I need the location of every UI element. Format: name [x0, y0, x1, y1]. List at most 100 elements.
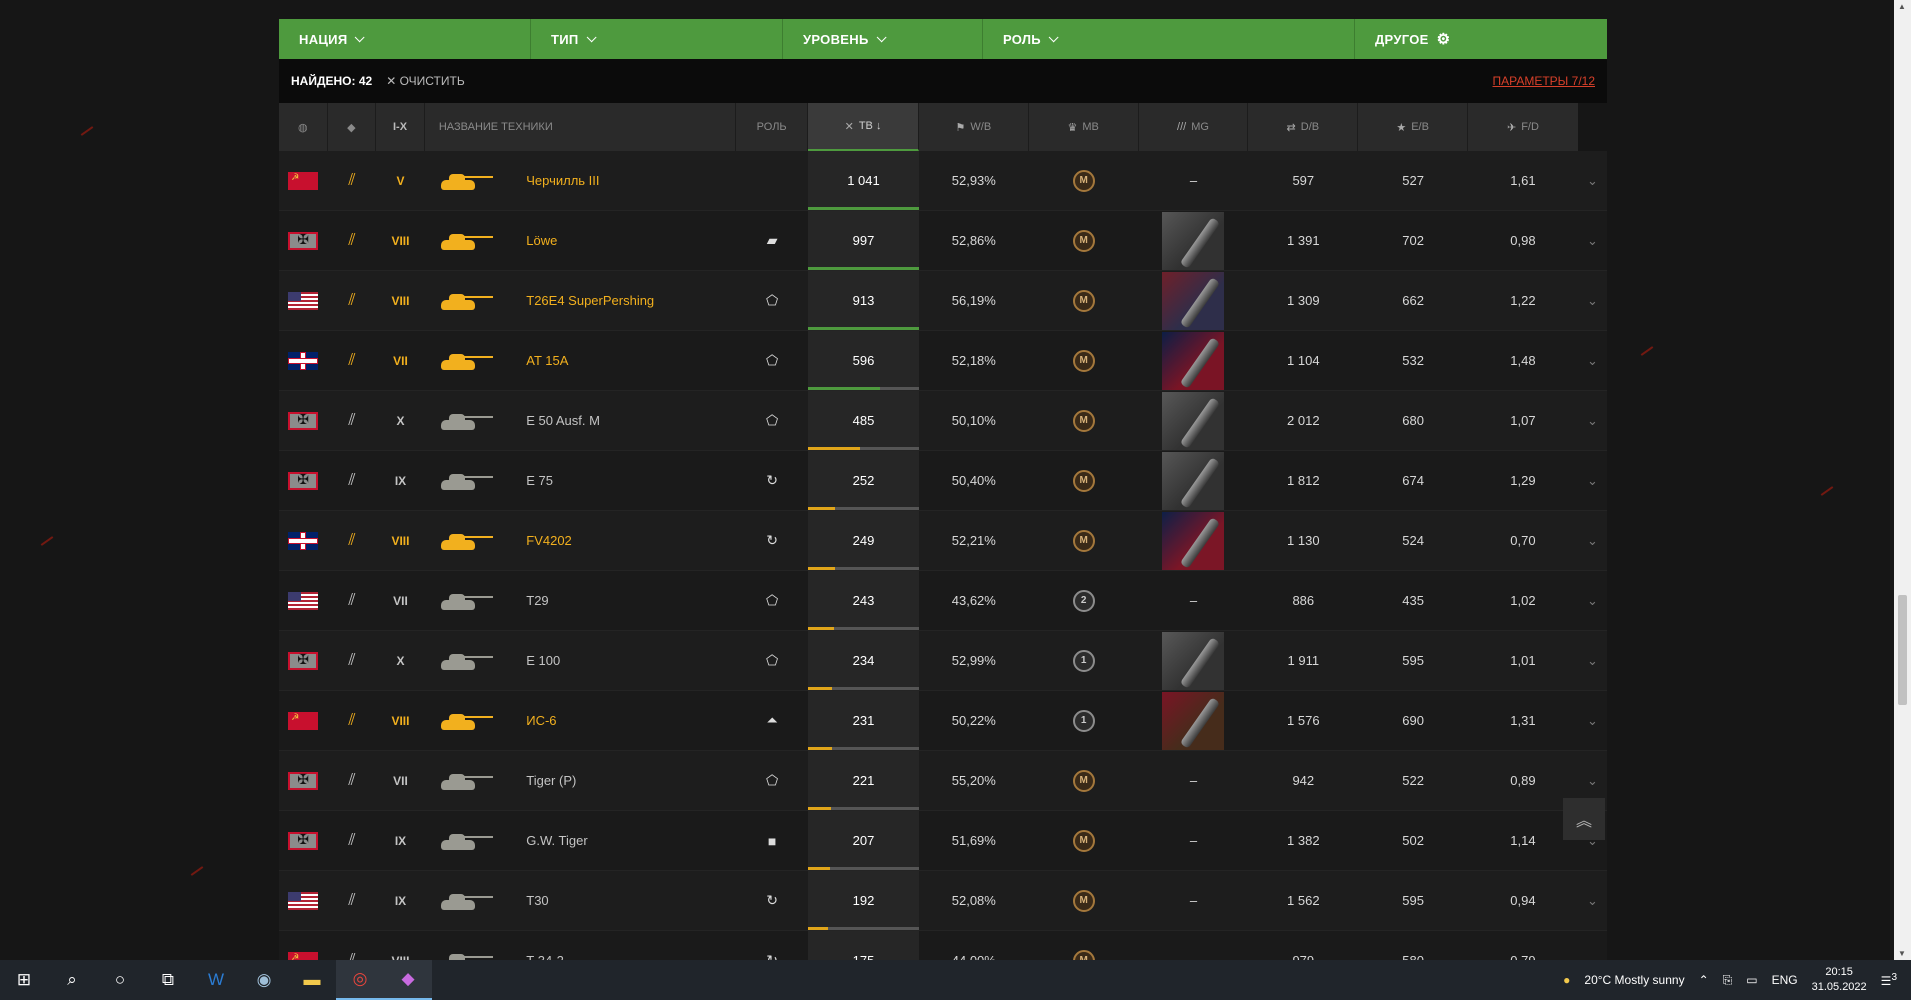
- tank-name[interactable]: T26E4 SuperPershing: [526, 293, 654, 308]
- parameters-link[interactable]: ПАРАМЕТРЫ 7/12: [1493, 74, 1595, 88]
- tank-name[interactable]: AT 15A: [526, 353, 568, 368]
- expand-row-button[interactable]: ⌄: [1578, 391, 1607, 450]
- sort-type[interactable]: ◆: [328, 103, 377, 151]
- role-cell: ↻: [736, 451, 808, 510]
- tank-name[interactable]: ИС-6: [526, 713, 556, 728]
- expand-row-button[interactable]: ⌄: [1578, 451, 1607, 510]
- sort-nation[interactable]: ◍: [279, 103, 328, 151]
- filter-nation[interactable]: НАЦИЯ: [279, 19, 531, 59]
- cortana-icon[interactable]: ○: [96, 960, 144, 1000]
- file-explorer-icon[interactable]: ▬: [288, 960, 336, 1000]
- tv-value: 207: [852, 833, 875, 848]
- table-row[interactable]: ⫽ X E 100 ⬠ 234 52,99% 1 1 911 595 1,01 …: [279, 631, 1607, 691]
- sort-db[interactable]: ⇄ D/B: [1248, 103, 1359, 151]
- expand-row-button[interactable]: ⌄: [1578, 511, 1607, 570]
- tank-name[interactable]: Черчилль III: [526, 173, 599, 188]
- name-cell[interactable]: Tiger (P): [512, 751, 736, 810]
- name-cell[interactable]: E 50 Ausf. M: [512, 391, 736, 450]
- tank-name[interactable]: E 100: [526, 653, 560, 668]
- clear-filters-button[interactable]: ✕ ОЧИСТИТЬ: [386, 74, 465, 88]
- name-cell[interactable]: E 100: [512, 631, 736, 690]
- name-cell[interactable]: T29: [512, 571, 736, 630]
- type-cell: ⫽: [328, 151, 377, 210]
- fd-cell: 0,98: [1468, 211, 1578, 270]
- sort-tv[interactable]: ✕ ТВ ↓: [808, 103, 919, 151]
- table-row[interactable]: ⫽ VIII Löwe ▰ 997 52,86% M 1 391 702 0,9…: [279, 211, 1607, 271]
- column-role-label: РОЛЬ: [756, 121, 787, 133]
- language-indicator[interactable]: ENG: [1772, 973, 1798, 987]
- table-row[interactable]: ⫽ VIII T26E4 SuperPershing ⬠ 913 56,19% …: [279, 271, 1607, 331]
- name-cell[interactable]: FV4202: [512, 511, 736, 570]
- role-cell: ▰: [736, 211, 808, 270]
- notifications-icon[interactable]: ☰3: [1881, 972, 1897, 988]
- name-cell[interactable]: AT 15A: [512, 331, 736, 390]
- scroll-up-arrow-icon[interactable]: ▲: [1898, 2, 1906, 11]
- filter-tier[interactable]: УРОВЕНЬ: [783, 19, 983, 59]
- tank-name[interactable]: E 50 Ausf. M: [526, 413, 600, 428]
- tank-name[interactable]: FV4202: [526, 533, 572, 548]
- filter-role[interactable]: РОЛЬ: [983, 19, 1355, 59]
- scroll-down-arrow-icon[interactable]: ▼: [1898, 949, 1906, 958]
- scroll-to-top-button[interactable]: ︽: [1563, 798, 1605, 840]
- table-row[interactable]: ⫽ IX E 75 ↻ 252 50,40% M 1 812 674 1,29 …: [279, 451, 1607, 511]
- expand-row-button[interactable]: ⌄: [1578, 691, 1607, 750]
- sort-eb[interactable]: ★ E/B: [1358, 103, 1469, 151]
- app-drop-icon[interactable]: ◆: [384, 960, 432, 1000]
- tray-expand-icon[interactable]: ⌃: [1699, 973, 1709, 987]
- steam-icon[interactable]: ◉: [240, 960, 288, 1000]
- chevron-down-icon: ⌄: [1586, 592, 1598, 608]
- scrollbar-thumb[interactable]: [1898, 595, 1907, 705]
- sort-mb[interactable]: ♛ MB: [1029, 103, 1139, 151]
- name-cell[interactable]: E 75: [512, 451, 736, 510]
- expand-row-button[interactable]: ⌄: [1578, 151, 1607, 210]
- table-row[interactable]: ⫽ VII Tiger (P) ⬠ 221 55,20% M – 942 522…: [279, 751, 1607, 811]
- tank-name[interactable]: E 75: [526, 473, 553, 488]
- tank-name[interactable]: T29: [526, 593, 548, 608]
- expand-row-button[interactable]: ⌄: [1578, 331, 1607, 390]
- table-row[interactable]: ⫽ VIII ИС-6 ⏶ 231 50,22% 1 1 576 690 1,3…: [279, 691, 1607, 751]
- display-icon[interactable]: ▭: [1746, 973, 1757, 987]
- table-row[interactable]: ⫽ VII AT 15A ⬠ 596 52,18% M 1 104 532 1,…: [279, 331, 1607, 391]
- search-icon[interactable]: ⌕: [48, 960, 96, 1000]
- pentagon-icon: ⬠: [766, 292, 779, 308]
- table-row[interactable]: ⫽ VII T29 ⬠ 243 43,62% 2 – 886 435 1,02 …: [279, 571, 1607, 631]
- expand-row-button[interactable]: ⌄: [1578, 631, 1607, 690]
- filter-other[interactable]: ДРУГОЕ ⚙: [1355, 19, 1607, 59]
- name-cell[interactable]: T30: [512, 871, 736, 930]
- tank-name[interactable]: T30: [526, 893, 548, 908]
- expand-row-button[interactable]: ⌄: [1578, 571, 1607, 630]
- mg-cell: [1139, 691, 1249, 750]
- table-row[interactable]: ⫽ VIII FV4202 ↻ 249 52,21% M 1 130 524 0…: [279, 511, 1607, 571]
- eb-cell: 522: [1358, 751, 1468, 810]
- table-row[interactable]: ⫽ IX T30 ↻ 192 52,08% M – 1 562 595 0,94…: [279, 871, 1607, 931]
- filter-type[interactable]: ТИП: [531, 19, 783, 59]
- task-view-icon[interactable]: ⧉: [144, 960, 192, 1000]
- name-cell[interactable]: ИС-6: [512, 691, 736, 750]
- clock[interactable]: 20:15 31.05.2022: [1812, 965, 1867, 995]
- sort-name[interactable]: НАЗВАНИЕ ТЕХНИКИ: [425, 103, 737, 151]
- name-cell[interactable]: Черчилль III: [512, 151, 736, 210]
- table-row[interactable]: ⫽ V Черчилль III 1 041 52,93% M – 597 52…: [279, 151, 1607, 211]
- network-icon[interactable]: ⎘: [1723, 973, 1733, 988]
- sort-tier[interactable]: I-X: [376, 103, 425, 151]
- chrome-icon[interactable]: ◎: [336, 960, 384, 1000]
- name-cell[interactable]: Löwe: [512, 211, 736, 270]
- weather-text[interactable]: 20°C Mostly sunny: [1584, 973, 1684, 987]
- sort-fd[interactable]: ✈ F/D: [1468, 103, 1578, 151]
- tank-name[interactable]: G.W. Tiger: [526, 833, 587, 848]
- sort-mg[interactable]: /// MG: [1139, 103, 1249, 151]
- table-row[interactable]: ⫽ IX G.W. Tiger ■ 207 51,69% M – 1 382 5…: [279, 811, 1607, 871]
- tank-name[interactable]: Tiger (P): [526, 773, 576, 788]
- browser-scrollbar[interactable]: ▲ ▼: [1894, 0, 1911, 960]
- sort-role[interactable]: РОЛЬ: [736, 103, 809, 151]
- word-icon[interactable]: W: [192, 960, 240, 1000]
- name-cell[interactable]: T26E4 SuperPershing: [512, 271, 736, 330]
- expand-row-button[interactable]: ⌄: [1578, 271, 1607, 330]
- expand-row-button[interactable]: ⌄: [1578, 871, 1607, 930]
- tank-name[interactable]: Löwe: [526, 233, 557, 248]
- expand-row-button[interactable]: ⌄: [1578, 211, 1607, 270]
- table-row[interactable]: ⫽ X E 50 Ausf. M ⬠ 485 50,10% M 2 012 68…: [279, 391, 1607, 451]
- sort-wb[interactable]: ⚑ W/B: [919, 103, 1029, 151]
- name-cell[interactable]: G.W. Tiger: [512, 811, 736, 870]
- windows-start-icon[interactable]: ⊞: [0, 960, 48, 1000]
